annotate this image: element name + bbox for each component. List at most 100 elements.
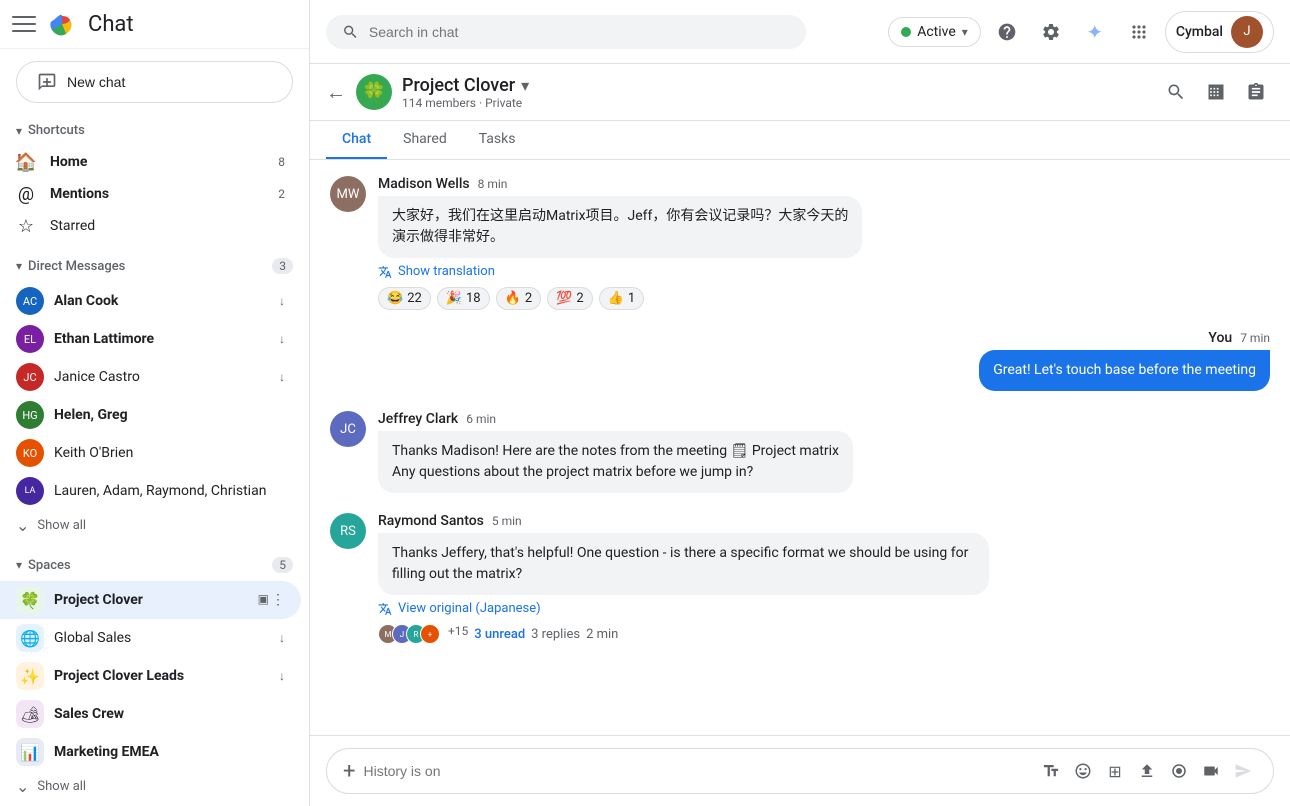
thread-replies: 3 replies — [531, 627, 580, 642]
space-video-icon[interactable]: ▣ — [258, 592, 269, 608]
messages-area: MW Madison Wells 8 min 大家好，我们在这里启动Matrix… — [310, 160, 1290, 735]
upload-button[interactable] — [1133, 757, 1161, 785]
translate-text-raymond: View original (Japanese) — [398, 601, 541, 616]
format-text-icon — [1042, 762, 1060, 780]
mentions-icon: @ — [16, 184, 36, 204]
tab-shared[interactable]: Shared — [387, 121, 463, 159]
msg-bubble-you: Great! Let's touch base before the meeti… — [979, 350, 1270, 391]
avatar-jeffrey: JC — [330, 411, 366, 447]
msg-content-you: You 7 min Great! Let's touch base before… — [979, 330, 1270, 391]
msg-content-jeffrey: Jeffrey Clark 6 min Thanks Madison! Here… — [378, 411, 853, 493]
starred-label: Starred — [50, 218, 285, 234]
apps-grid-button[interactable] — [1121, 14, 1157, 50]
space-sales-crew[interactable]: 🏕 Sales Crew — [0, 695, 301, 733]
tab-chat[interactable]: Chat — [326, 121, 387, 159]
msg-bubble-madison: 大家好，我们在这里启动Matrix项目。Jeff，你有会议记录吗？大家今天的演示… — [378, 196, 862, 258]
spaces-show-all[interactable]: ⌄ Show all — [0, 771, 309, 802]
message-raymond: RS Raymond Santos 5 min Thanks Jeffery, … — [330, 513, 1270, 644]
topbar: Active ▾ ✦ Cymbal J — [310, 0, 1290, 64]
translate-raymond[interactable]: View original (Japanese) — [378, 601, 989, 616]
user-profile-button[interactable]: Cymbal J — [1165, 11, 1274, 53]
space-name-marketing: Marketing EMEA — [54, 744, 285, 760]
dm-section-header[interactable]: ▾ Direct Messages 3 — [0, 250, 309, 282]
new-chat-button[interactable]: New chat — [16, 61, 293, 103]
dm-group-chat[interactable]: LA Lauren, Adam, Raymond, Christian — [0, 472, 301, 510]
nav-starred[interactable]: ☆ Starred — [0, 210, 301, 242]
space-marketing-emea[interactable]: 📊 Marketing EMEA — [0, 733, 301, 771]
space-global-sales[interactable]: 🌐 Global Sales ↓ — [0, 619, 301, 657]
reaction-party[interactable]: 🎉18 — [437, 287, 490, 310]
home-label: Home — [50, 154, 264, 170]
dm-alan-cook[interactable]: AC Alan Cook ↓ — [0, 282, 301, 320]
chat-search-icon — [1166, 82, 1186, 102]
translate-icon — [378, 265, 392, 279]
chat-title[interactable]: Project Clover ▾ — [402, 75, 1148, 96]
shortcuts-section-header[interactable]: ▾ Shortcuts — [0, 115, 309, 146]
reaction-fire[interactable]: 🔥2 — [496, 287, 542, 310]
space-project-clover-leads[interactable]: ✨ Project Clover Leads ↓ — [0, 657, 301, 695]
thread-avatars: M J R + +15 — [378, 624, 468, 644]
topbar-right: Active ▾ ✦ Cymbal J — [888, 11, 1274, 53]
settings-button[interactable] — [1033, 14, 1069, 50]
dm-badge-janice: ↓ — [279, 370, 285, 384]
dm-show-all[interactable]: ⌄ Show all — [0, 510, 309, 541]
nav-mentions[interactable]: @ Mentions 2 — [0, 178, 301, 210]
send-button[interactable] — [1229, 757, 1257, 785]
space-more-icon[interactable]: ⋮ — [271, 592, 285, 608]
space-project-clover[interactable]: 🍀 Project Clover ▣ ⋮ — [0, 581, 301, 619]
format-text-button[interactable] — [1037, 757, 1065, 785]
dm-ethan-lattimore[interactable]: EL Ethan Lattimore ↓ — [0, 320, 301, 358]
chat-tabs: Chat Shared Tasks — [310, 121, 1290, 160]
sidebar: Chat New chat ▾ Shortcuts 🏠 Home 8 @ Men… — [0, 0, 310, 806]
status-label: Active — [917, 24, 956, 40]
space-icon-clover-leads: ✨ — [16, 662, 44, 690]
dm-name-ethan: Ethan Lattimore — [54, 331, 269, 347]
spaces-section-header[interactable]: ▾ Spaces 5 — [0, 549, 309, 581]
emoji-button[interactable] — [1069, 757, 1097, 785]
google-logo — [46, 8, 78, 40]
user-brand-label: Cymbal — [1176, 24, 1223, 40]
dm-helen-greg[interactable]: HG Helen, Greg — [0, 396, 301, 434]
reaction-100[interactable]: 💯2 — [547, 287, 593, 310]
search-input[interactable] — [369, 24, 790, 40]
reaction-thumbs[interactable]: 👍1 — [599, 287, 645, 310]
add-button[interactable]: + — [343, 759, 355, 784]
dm-name-keith: Keith O'Brien — [54, 445, 285, 461]
status-button[interactable]: Active ▾ — [888, 17, 981, 47]
message-input[interactable] — [363, 763, 1029, 779]
back-button[interactable]: ← — [326, 80, 346, 105]
hamburger-menu[interactable] — [12, 12, 36, 36]
msg-time-jeffrey: 6 min — [466, 412, 496, 426]
mention-button[interactable]: ⊞ — [1101, 757, 1129, 785]
dm-name-group: Lauren, Adam, Raymond, Christian — [54, 483, 285, 499]
translate-madison[interactable]: Show translation — [378, 264, 862, 279]
search-icon — [342, 23, 359, 41]
reaction-laugh[interactable]: 😂22 — [378, 287, 431, 310]
chat-header: ← 🍀 Project Clover ▾ 114 members · Priva… — [310, 64, 1290, 121]
spaces-count: 5 — [272, 557, 293, 573]
chat-video-button[interactable] — [1198, 74, 1234, 110]
app-title: Chat — [88, 12, 134, 37]
msg-name-you: You — [1208, 330, 1232, 346]
shortcuts-label: Shortcuts — [28, 123, 85, 138]
search-bar[interactable] — [326, 15, 806, 49]
dm-keith-obrien[interactable]: KO Keith O'Brien — [0, 434, 301, 472]
dm-janice-castro[interactable]: JC Janice Castro ↓ — [0, 358, 301, 396]
settings-icon — [1041, 22, 1061, 42]
video-button[interactable] — [1197, 757, 1225, 785]
gemini-button[interactable]: ✦ — [1077, 14, 1113, 50]
chat-tasks-button[interactable] — [1238, 74, 1274, 110]
nav-home[interactable]: 🏠 Home 8 — [0, 146, 301, 178]
tab-tasks[interactable]: Tasks — [463, 121, 532, 159]
send-icon — [1234, 762, 1252, 780]
input-toolbar: ⊞ — [1037, 757, 1257, 785]
avatar-janice: JC — [16, 363, 44, 391]
record-button[interactable] — [1165, 757, 1193, 785]
help-button[interactable] — [989, 14, 1025, 50]
status-chevron: ▾ — [962, 25, 968, 39]
chat-search-button[interactable] — [1158, 74, 1194, 110]
thread-avatar-more: + — [420, 624, 440, 644]
space-name-clover: Project Clover — [54, 592, 248, 608]
thread-unread[interactable]: 3 unread — [474, 627, 525, 642]
message-jeffrey: JC Jeffrey Clark 6 min Thanks Madison! H… — [330, 411, 1270, 493]
